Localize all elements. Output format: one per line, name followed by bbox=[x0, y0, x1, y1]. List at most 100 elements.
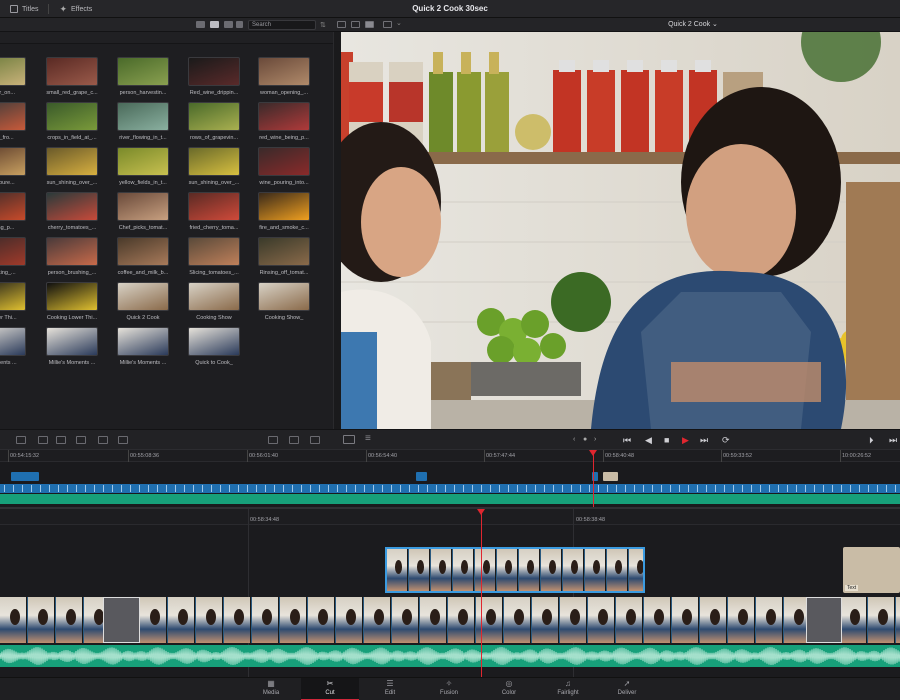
previous-marker-icon[interactable]: ‹ bbox=[573, 434, 575, 446]
main-audio-track[interactable] bbox=[0, 645, 900, 667]
media-pool-clip[interactable]: Chef_picks_tomat... bbox=[117, 192, 169, 231]
media-pool-clip[interactable]: Red_wine_drippin... bbox=[188, 57, 240, 96]
go-to-start-icon[interactable]: ⏮ bbox=[623, 434, 631, 446]
page-tab-edit[interactable]: ☰ Edit bbox=[361, 678, 419, 700]
loop-icon[interactable]: ⟳ bbox=[722, 434, 730, 446]
media-pool-clip[interactable]: Rinsing_off_tomat... bbox=[258, 237, 310, 276]
media-pool-clip[interactable]: fried_cherry_toma... bbox=[188, 192, 240, 231]
ripple-overwrite-icon[interactable] bbox=[56, 436, 66, 444]
lower-playhead-handle[interactable] bbox=[477, 509, 485, 515]
next-marker-icon[interactable]: › bbox=[594, 434, 596, 446]
media-pool-clip[interactable]: ...Lower Thi... bbox=[0, 282, 26, 321]
media-pool-clip[interactable]: Quick 2 Cook bbox=[117, 282, 169, 321]
safe-area-icon[interactable] bbox=[343, 435, 355, 444]
clip-view-icon[interactable] bbox=[268, 436, 278, 444]
media-pool-clip[interactable]: Cooking Show bbox=[188, 282, 240, 321]
tab-titles[interactable]: Titles bbox=[0, 0, 48, 18]
settings-sliders-icon[interactable]: ≡ bbox=[365, 433, 371, 444]
media-pool-clip[interactable]: cherry_tomatoes_... bbox=[46, 192, 98, 231]
media-pool-clip[interactable]: ...Moments ... bbox=[0, 327, 26, 366]
place-on-top-icon[interactable] bbox=[98, 436, 108, 444]
media-pool-clip[interactable]: person_harvestin... bbox=[117, 57, 169, 96]
upper-overlay-clip[interactable] bbox=[11, 472, 39, 481]
media-pool-clip[interactable]: coffee_and_milk_b... bbox=[117, 237, 169, 276]
last-frame-icon[interactable]: ⏭ bbox=[889, 434, 897, 446]
stop-icon[interactable]: ■ bbox=[664, 434, 669, 446]
media-pool-clip[interactable]: rows_of_grapevin... bbox=[188, 102, 240, 141]
media-pool-clip[interactable]: red_wine_being_p... bbox=[258, 102, 310, 141]
viewer-clip-name[interactable]: Quick 2 Cook ⌄ bbox=[633, 18, 753, 32]
ruler-tick bbox=[484, 450, 485, 462]
media-pool-clip[interactable]: Cooking Show_ bbox=[258, 282, 310, 321]
media-pool-clip[interactable]: wine_pouring_into... bbox=[258, 147, 310, 186]
source-overwrite-icon[interactable] bbox=[118, 436, 128, 444]
media-pool-clip[interactable]: ...g_poure... bbox=[0, 147, 26, 186]
go-to-end-icon[interactable]: ⏭ bbox=[700, 434, 708, 446]
media-pool-clip[interactable]: Slicing_tomatoes_... bbox=[188, 237, 240, 276]
media-pool-clip[interactable]: Quick to Cook_ bbox=[188, 327, 240, 366]
upper-video-track[interactable] bbox=[0, 484, 900, 493]
image-icon[interactable] bbox=[289, 436, 299, 444]
page-tab-fairlight[interactable]: ♫ Fairlight bbox=[539, 678, 597, 700]
media-pool-clip[interactable]: yellow_fields_in_t... bbox=[117, 147, 169, 186]
upper-timeline[interactable]: 00:54:15:32 00:55:08:36 00:56:01:40 00:56:5… bbox=[0, 449, 900, 508]
panel-divider[interactable] bbox=[333, 32, 341, 429]
media-pool-clip[interactable]: sun_shining_over_... bbox=[188, 147, 240, 186]
media-pool-clip[interactable]: person_brushing_... bbox=[46, 237, 98, 276]
media-pool-clip[interactable]: ...being_p... bbox=[0, 192, 26, 231]
page-tab-media[interactable]: ▦ Media bbox=[242, 678, 300, 700]
next-clip-icon[interactable]: ⏵ bbox=[869, 434, 874, 446]
append-icon[interactable] bbox=[38, 436, 48, 444]
multicam-icon[interactable] bbox=[310, 436, 320, 444]
overlay-video-clip[interactable] bbox=[385, 547, 645, 593]
upper-title-clip[interactable] bbox=[603, 472, 618, 481]
viewer-frame[interactable] bbox=[341, 32, 900, 429]
marker-dot-icon[interactable]: ● bbox=[583, 434, 587, 446]
view-thumbnails-icon[interactable] bbox=[210, 21, 219, 28]
transition-clip[interactable] bbox=[103, 597, 140, 643]
upper-audio-track[interactable] bbox=[0, 494, 900, 504]
clip-thumbnail bbox=[46, 327, 98, 356]
media-pool-clip[interactable]: crops_in_field_at_... bbox=[46, 102, 98, 141]
view-metadata-icon[interactable] bbox=[196, 21, 205, 28]
title-clip[interactable]: Text bbox=[843, 547, 900, 593]
media-pool-clip[interactable]: sun_shining_over_... bbox=[46, 147, 98, 186]
page-tab-deliver[interactable]: ➚ Deliver bbox=[598, 678, 656, 700]
media-pool-clip[interactable]: Millie's Moments ... bbox=[46, 327, 98, 366]
media-pool-clip[interactable]: Cooking Lower Thi... bbox=[46, 282, 98, 321]
media-pool-clip[interactable]: woman_opening_... bbox=[258, 57, 310, 96]
frame-figure bbox=[737, 608, 748, 625]
media-pool-clip[interactable]: small_red_grape_c... bbox=[46, 57, 98, 96]
media-pool-clip[interactable]: fire_and_smoke_c... bbox=[258, 192, 310, 231]
page-tab-cut[interactable]: ✂ Cut bbox=[301, 678, 359, 700]
media-pool-clip[interactable]: ...ling_fro... bbox=[0, 102, 26, 141]
upper-playhead-handle[interactable] bbox=[589, 450, 597, 456]
sort-icon[interactable]: ⇅ bbox=[320, 21, 326, 29]
lower-playhead[interactable] bbox=[481, 509, 482, 679]
play-reverse-icon[interactable]: ◀ bbox=[645, 434, 652, 446]
lower-timeline[interactable]: 00:58:34:48 00:58:38:48 Text bbox=[0, 507, 900, 679]
tab-effects[interactable]: ✦ Effects bbox=[49, 0, 102, 18]
upper-playhead[interactable] bbox=[593, 450, 594, 508]
viewer-mode-tape-icon[interactable] bbox=[351, 21, 360, 28]
lower-ruler[interactable] bbox=[0, 509, 900, 525]
filmstrip-frame bbox=[672, 597, 699, 643]
view-strip-icon[interactable] bbox=[236, 21, 243, 28]
page-tab-fusion[interactable]: ✧ Fusion bbox=[420, 678, 478, 700]
viewer-layout-icon[interactable] bbox=[383, 21, 392, 28]
search-input[interactable]: Search bbox=[248, 20, 316, 30]
page-tab-color[interactable]: ◎ Color bbox=[480, 678, 538, 700]
play-icon[interactable]: ▶ bbox=[682, 434, 689, 446]
chevron-down-icon[interactable]: ⌄ bbox=[396, 19, 402, 27]
upper-overlay-clip[interactable] bbox=[416, 472, 427, 481]
media-pool-clip[interactable]: cluster_on... bbox=[0, 57, 26, 96]
close-up-icon[interactable] bbox=[76, 436, 86, 444]
smart-insert-icon[interactable] bbox=[16, 436, 26, 444]
media-pool-clip[interactable]: Millie's Moments ... bbox=[117, 327, 169, 366]
transition-clip[interactable] bbox=[806, 597, 842, 643]
viewer-mode-timeline-icon[interactable] bbox=[365, 21, 374, 28]
view-list-icon[interactable] bbox=[224, 21, 233, 28]
media-pool-clip[interactable]: ...cooking_... bbox=[0, 237, 26, 276]
media-pool-clip[interactable]: river_flowing_in_t... bbox=[117, 102, 169, 141]
viewer-mode-source-icon[interactable] bbox=[337, 21, 346, 28]
